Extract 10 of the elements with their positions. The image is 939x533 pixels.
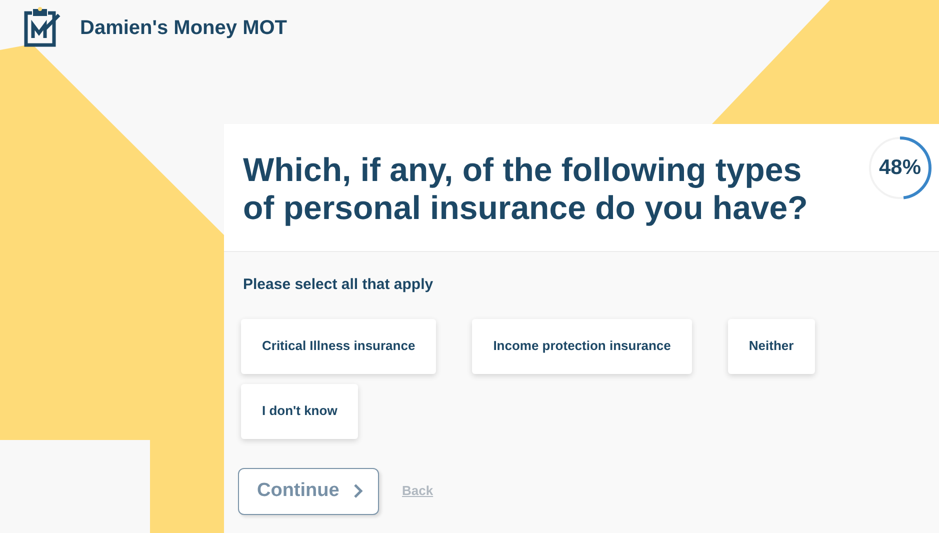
progress-reading: 48% <box>878 155 922 182</box>
app-title: Damien's Money MOT <box>80 16 288 41</box>
option-button[interactable]: I don't know <box>241 384 358 438</box>
option-button[interactable]: Income protection insurance <box>472 318 692 374</box>
option-button[interactable]: Critical Illness insurance <box>241 318 436 374</box>
question-title: Which, if any, of the following types of personal insurance do you have? <box>243 151 809 227</box>
chevron-right-icon <box>353 483 364 499</box>
option-button[interactable]: Neither <box>728 318 815 374</box>
instruction-text: Please select all that apply <box>243 275 434 295</box>
clipboard-check-icon <box>22 4 62 48</box>
